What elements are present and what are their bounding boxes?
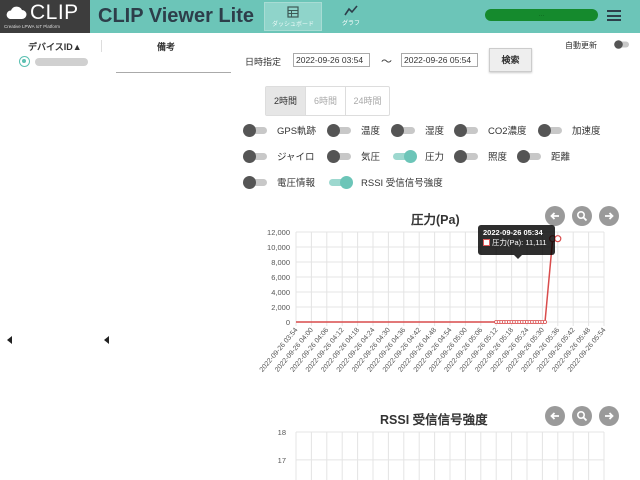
sensor-label: RSSI 受信信号強度 [361,178,443,189]
sensor-temperature[interactable]: 温度 [327,123,380,137]
sensor-label: 温度 [361,126,381,137]
cloud-icon [6,6,27,20]
toggle-switch[interactable] [517,149,543,163]
y-tick-label: 10,000 [267,243,290,252]
range-6h-button[interactable]: 6時間 [306,87,346,115]
logo-text: CLIP [30,1,79,24]
y-tick-label: 4,000 [271,288,290,297]
range-2h-button[interactable]: 2時間 [266,87,306,115]
series-swatch [483,239,490,246]
sensor-acceleration[interactable]: 加速度 [538,123,601,137]
chart-back-button[interactable] [545,206,565,226]
toggle-switch[interactable] [391,123,417,137]
sensor-gyro[interactable]: ジャイロ [243,149,315,163]
data-point[interactable] [554,235,562,243]
data-point[interactable] [542,320,547,325]
y-tick-label: 18 [278,428,286,437]
time-range-group: 2時間 6時間 24時間 [265,86,390,116]
note-input[interactable] [116,72,231,73]
sensor-voltage[interactable]: 電圧情報 [243,175,315,189]
tab-graph[interactable]: グラフ [322,2,380,31]
toggle-switch[interactable] [327,123,353,137]
arrow-right-icon [605,212,614,220]
sensor-co2[interactable]: CO2濃度 [454,123,527,137]
rssi-chart[interactable]: 161718 [250,424,640,480]
tab-dashboard-label: ダッシュボード [271,22,314,28]
device-id-value [35,58,88,66]
tab-graph-label: グラフ [341,21,360,27]
y-tick-label: 12,000 [267,228,290,237]
pressure-chart[interactable]: 0 2,000 4,000 6,000 8,000 10,000 12,000 2022-09… [250,224,640,394]
toggle-switch[interactable] [327,149,353,163]
toggle-switch[interactable] [454,123,480,137]
toggle-switch[interactable] [243,175,269,189]
chart-forward-button[interactable] [599,406,619,426]
zoom-icon [576,410,588,422]
auto-update-toggle[interactable] [614,40,630,49]
chart-tooltip: 2022-09-26 05:34 圧力(Pa): 11,111 [478,225,555,259]
user-account[interactable]: ... [485,9,598,21]
sensor-label: 電圧情報 [277,178,316,189]
arrow-right-icon [605,412,614,420]
datetime-label: 日時指定 [245,57,282,67]
toggle-switch[interactable] [454,149,480,163]
device-radio[interactable] [19,56,30,67]
arrow-left-icon [550,212,559,220]
sensor-illuminance[interactable]: 照度 [454,149,507,163]
auto-update-label: 自動更新 [565,41,597,50]
tooltip-title: 2022-09-26 05:34 [483,228,543,237]
sensor-label: ジャイロ [277,152,315,163]
device-id-column-header[interactable]: デバイスID▲ [28,40,82,53]
chart-zoom-button[interactable] [572,406,592,426]
toggle-switch[interactable] [327,175,353,189]
toggle-switch[interactable] [391,149,417,163]
y-tick-label: 6,000 [271,273,290,282]
collapse-left-icon[interactable] [7,336,12,344]
range-24h-button[interactable]: 24時間 [346,87,389,115]
sensor-humidity[interactable]: 湿度 [391,123,444,137]
hamburger-menu-icon[interactable] [607,10,621,21]
sensor-label: 距離 [551,152,571,163]
sensor-barometric[interactable]: 気圧 [327,149,380,163]
chart-zoom-button[interactable] [572,206,592,226]
toggle-switch[interactable] [243,149,269,163]
chart-forward-button[interactable] [599,206,619,226]
sensor-rssi[interactable]: RSSI 受信信号強度 [327,175,443,189]
note-column-header: 備考 [157,42,176,52]
sensor-label: 気圧 [361,152,381,163]
arrow-left-icon [550,412,559,420]
line-chart-icon [344,5,358,16]
tab-dashboard[interactable]: ダッシュボード [264,2,322,31]
sensor-label: 湿度 [425,126,445,137]
y-tick-label: 8,000 [271,258,290,267]
chart-back-button[interactable] [545,406,565,426]
logo[interactable]: CLIP Creative LPWA IoT Platform [0,0,90,33]
zoom-icon [576,210,588,222]
sensor-label: CO2濃度 [488,126,527,137]
dashboard-icon [287,6,299,18]
collapse-panel-icon[interactable] [104,336,109,344]
sensor-label: GPS軌跡 [277,126,317,137]
app-title: CLIP Viewer Lite [98,5,254,27]
sensor-label: 加速度 [572,126,601,137]
y-tick-label: 2,000 [271,303,290,312]
sensor-label: 圧力 [425,152,445,163]
tooltip-value: 圧力(Pa): 11,111 [492,238,547,247]
start-datetime-input[interactable]: 2022-09-26 03:54 [293,53,370,67]
y-tick-label: 17 [278,456,286,465]
app-header: CLIP Creative LPWA IoT Platform CLIP Vie… [0,0,640,33]
search-button[interactable]: 検索 [489,48,532,72]
datetime-separator: 〜 [381,56,392,68]
sensor-distance[interactable]: 距離 [517,149,570,163]
sensor-label: 照度 [488,152,508,163]
logo-tagline: Creative LPWA IoT Platform [4,24,61,29]
sensor-pressure[interactable]: 圧力 [391,149,444,163]
toggle-switch[interactable] [538,123,564,137]
toggle-switch[interactable] [243,123,269,137]
sensor-gps[interactable]: GPS軌跡 [243,123,316,137]
y-tick-label: 0 [286,318,290,327]
column-divider [101,40,102,52]
end-datetime-input[interactable]: 2022-09-26 05:54 [401,53,478,67]
